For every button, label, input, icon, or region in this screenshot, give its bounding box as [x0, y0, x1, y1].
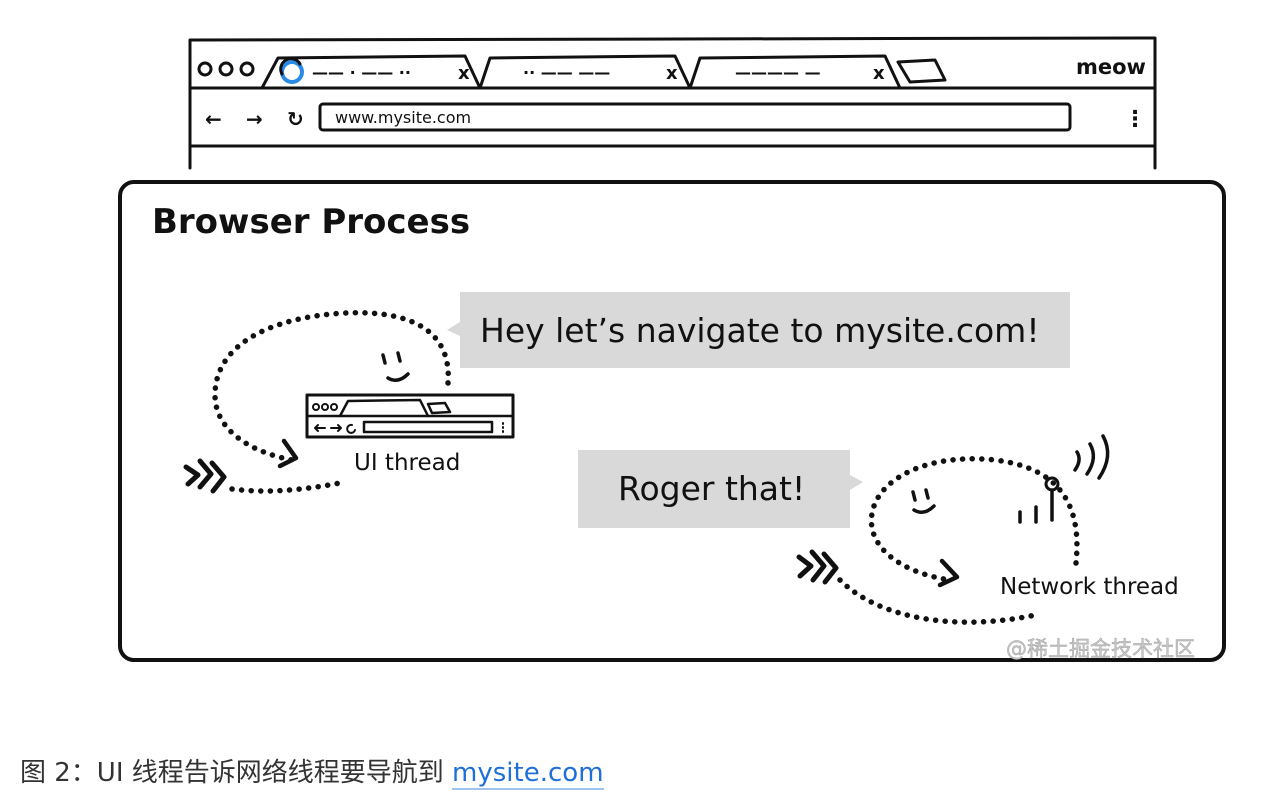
browser-window	[188, 36, 1157, 170]
network-thread-dotted-body	[868, 456, 1080, 583]
spinner-icon	[279, 57, 304, 84]
network-thread-label: Network thread	[1000, 574, 1179, 600]
tab-3-label: ———— —	[735, 63, 821, 82]
kebab-menu-icon[interactable]: ⋮	[1124, 107, 1146, 132]
mini-browser-icon	[305, 393, 515, 439]
ui-thread-speech-text: Hey let’s navigate to mysite.com!	[480, 311, 1040, 350]
watermark: @稀土掘金技术社区	[1006, 637, 1195, 661]
back-arrow-icon[interactable]: ←	[205, 107, 222, 131]
motion-lines-icon	[183, 458, 227, 494]
close-icon[interactable]: x	[873, 63, 885, 84]
caption-link[interactable]: mysite.com	[452, 758, 604, 790]
antenna-icon	[1018, 434, 1110, 524]
window-controls[interactable]	[197, 61, 255, 77]
tab-1-label: —— · —— ··	[312, 63, 411, 82]
figure-caption: 图 2：UI 线程告诉网络线程要导航到 mysite.com	[20, 752, 604, 790]
close-icon[interactable]: x	[666, 63, 678, 84]
caption-prefix: 图 2：UI 线程告诉网络线程要导航到	[20, 758, 453, 788]
close-icon[interactable]: x	[458, 63, 470, 84]
browser-process-diagram: —— · —— ·· ·· —— —— ———— — x x x meow ← …	[118, 36, 1226, 662]
new-tab-icon[interactable]	[896, 58, 947, 84]
address-text: www.mysite.com	[335, 108, 471, 127]
tab-2-label: ·· —— ——	[523, 63, 610, 82]
window-title: meow	[1076, 55, 1146, 79]
reload-icon[interactable]: ↻	[287, 107, 304, 131]
process-title: Browser Process	[152, 202, 470, 242]
network-thread-speech-text: Roger that!	[618, 469, 805, 508]
forward-arrow-icon[interactable]: →	[246, 107, 263, 131]
motion-lines-icon	[796, 549, 839, 585]
ui-thread-label: UI thread	[354, 450, 460, 476]
